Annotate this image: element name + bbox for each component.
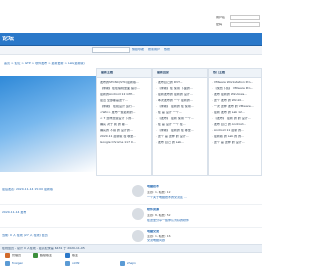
list-item[interactable]: 2020.11 最新版 在 哪里...	[100, 135, 149, 139]
forum-status-icon	[132, 208, 144, 220]
sub-navbar	[0, 46, 262, 55]
legend-super-mod: 超级版主	[40, 254, 53, 257]
search-input[interactable]	[92, 47, 130, 53]
user-link[interactable]: zhejin	[127, 262, 136, 265]
forum-last-post[interactable]: 2020-11-14 发布	[2, 211, 26, 214]
user-icon	[5, 261, 10, 266]
list-item[interactable]: 确实的 不错 的 设计的...	[100, 129, 149, 133]
legend-mod: 版主	[72, 254, 79, 257]
list-item[interactable]: · 在 是 设计 一个 在...	[156, 123, 205, 127]
list-item[interactable]: · 本次发布的 一个 最新的...	[156, 99, 205, 103]
username-label: 用户名	[216, 16, 226, 19]
list-item[interactable]: · 【免费下载】 VMware Pro...	[212, 87, 259, 91]
list-item[interactable]: · 【发布】 最新 使用 一个...	[156, 117, 205, 121]
mod-icon	[65, 253, 70, 258]
password-input[interactable]	[230, 22, 260, 27]
breadcrumb-text[interactable]: 首页 > 论坛 > GTP > 软件发布 > 最新更新 > Lab(最新版)	[4, 62, 85, 65]
list-item[interactable]: 最近 全部都是这个...	[100, 99, 149, 103]
forum-last-post[interactable]: 最后发表: 2020-11-14 15:00 最新版	[2, 188, 53, 191]
list-item[interactable]: · VMware Workstation Pro...	[212, 81, 259, 85]
panel-hot-title: 热门主题	[213, 71, 226, 74]
panel-hot: 热门主题 · VMware Workstation Pro... · 【免费下载…	[208, 68, 262, 176]
list-item[interactable]: · 这个 是 这样 的 设计...	[212, 141, 259, 145]
forum-stats[interactable]: 当前: 0 人 在线 (27 人 在线) 会员	[2, 234, 48, 237]
forum-meta[interactable]: 交流电脑问题	[147, 239, 165, 242]
forum-status-icon	[132, 185, 144, 197]
user-icon	[65, 261, 70, 266]
list-item[interactable]: 最新的Android 12 GTP...	[100, 93, 149, 97]
list-item[interactable]: < 7 这样这些设计 下的...	[100, 117, 149, 121]
username-input[interactable]	[230, 15, 260, 20]
list-item[interactable]: · 发布 自己 的 Android...	[212, 123, 259, 127]
legend-admin: 管理员	[12, 254, 22, 257]
user-icon	[120, 261, 125, 266]
list-item[interactable]: 【求助】 在把设计 运行...	[100, 105, 149, 109]
forum-name[interactable]: 软件资源	[147, 208, 159, 211]
list-item[interactable]: · 最新发布的 最新的 设计...	[156, 93, 205, 97]
online-bar: 在线会员 - 总计 0 人在线 - 最高纪录是 6431 于 2020-11-0…	[0, 244, 262, 253]
password-label: 密码	[216, 23, 223, 26]
forum-row: 软件资源 主题: 8, 帖数: 52 在这里分享一些你认为好的软件 2020-1…	[0, 205, 262, 228]
list-item[interactable]: · 一次 这样 发布 的 VMware...	[212, 105, 259, 109]
list-item[interactable]: · 【求助】 最新的 在 哪里...	[156, 129, 205, 133]
list-item[interactable]: · Android 11 最新 的...	[212, 129, 259, 133]
list-item[interactable]: · 发布自己的 DVT...	[156, 81, 205, 85]
list-item[interactable]: · 最新版 的 Lab 的 的...	[212, 135, 259, 139]
subnav-link-users[interactable]: 搜索用户	[148, 48, 160, 51]
forum-name[interactable]: 电脑技术	[147, 185, 159, 188]
panel-replies-title: 最新回复	[157, 71, 170, 74]
panel-latest: 最新主题 发布的STCNC(STC)最新版... 【求助】在在编辑里面 提示..…	[96, 68, 152, 176]
list-item[interactable]: · 发布 最新的 Windows...	[212, 93, 259, 97]
list-item[interactable]: · 【求助】在 使用 下面的...	[156, 87, 205, 91]
banner-image	[0, 76, 96, 172]
list-item[interactable]: Google Chrome 117 0...	[100, 141, 149, 145]
online-summary[interactable]: 在线会员 - 总计 0 人在线 - 最高纪录是 6431 于 2020-11-0…	[2, 247, 85, 250]
list-item[interactable]: · 在 是 设计 一个...	[156, 111, 205, 115]
list-item[interactable]: 【求助】在在编辑里面 提示...	[100, 87, 149, 91]
list-item[interactable]: 发布的STCNC(STC)最新版...	[100, 81, 149, 85]
list-item[interactable]: 确实 对于 我 的 都...	[100, 123, 149, 127]
admin-icon	[5, 253, 10, 258]
forum-desc: 主题: 8, 帖数: 52	[147, 214, 171, 217]
user-link[interactable]: oldf2	[72, 262, 80, 265]
super-mod-icon	[33, 253, 38, 258]
site-logo[interactable]: 论坛	[2, 36, 14, 42]
list-item[interactable]: · 【求助】 最新的 在 使用...	[156, 105, 205, 109]
list-item[interactable]: · 最新 发布 的 Lab 12...	[212, 111, 259, 115]
subnav-link-quick[interactable]: 快捷导航	[132, 48, 144, 51]
subnav-link-hot[interactable]: 热搜	[164, 48, 170, 51]
list-item[interactable]: · 这个 是 这样 的 设计...	[156, 135, 205, 139]
forum-name[interactable]: 电脑交流	[147, 230, 159, 233]
forum-meta[interactable]: 在这里分享一些你认为好的软件	[147, 219, 189, 222]
list-item[interactable]: · 这个 发布 的 Win10...	[212, 99, 259, 103]
forum-desc: 主题: 1, 帖数: 12	[147, 191, 171, 194]
user-link[interactable]: frozgen	[12, 262, 23, 265]
list-item[interactable]: <Win> 发布一些最新的...	[100, 111, 149, 115]
list-item[interactable]: · 【发布】 最新 的 的 设计...	[212, 117, 259, 121]
breadcrumb: 首页 > 论坛 > GTP > 软件发布 > 最新更新 > Lab(最新版)	[0, 62, 262, 66]
forum-desc: 主题: 1, 帖数: 16	[147, 235, 171, 238]
forum-status-icon	[132, 230, 144, 242]
panel-latest-title: 最新主题	[101, 71, 114, 74]
forum-meta[interactable]: 一个关于电脑技术的交流区 ...	[147, 196, 187, 199]
list-item[interactable]: · 发布 自己 的 Lab...	[156, 141, 205, 145]
main-navbar: 论坛	[0, 33, 262, 46]
forum-row: 电脑技术 主题: 1, 帖数: 12 一个关于电脑技术的交流区 ... 最后发表…	[0, 182, 262, 205]
panel-replies: 最新回复 · 发布自己的 DVT... · 【求助】在 使用 下面的... · …	[152, 68, 208, 176]
forum-row: 电脑交流 主题: 1, 帖数: 16 交流电脑问题 当前: 0 人 在线 (27…	[0, 228, 262, 245]
